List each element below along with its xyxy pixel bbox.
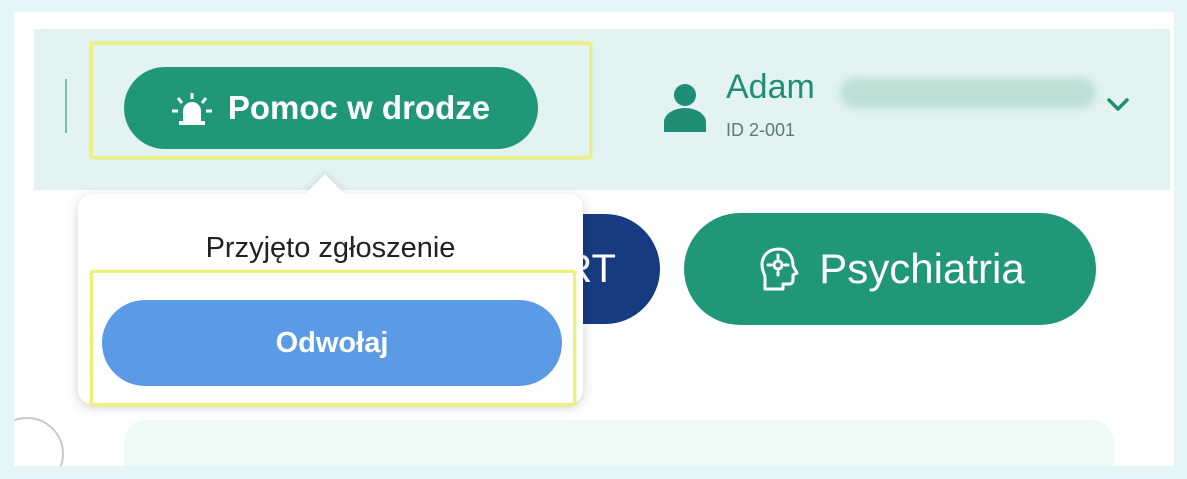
top-header: Pomoc w drodze Adam ID 2-001 (34, 29, 1170, 190)
avatar-circle-partial (14, 417, 64, 466)
tab-psychiatry[interactable]: Psychiatria (684, 213, 1096, 325)
highlight-help-button (90, 42, 592, 159)
user-profile-menu[interactable]: Adam ID 2-001 (664, 62, 1144, 152)
psychiatry-label: Psychiatria (819, 245, 1025, 292)
header-divider (65, 79, 67, 133)
app-frame: Pomoc w drodze Adam ID 2-001 RT Psychiat… (14, 12, 1174, 466)
user-first-name: Adam (726, 68, 815, 106)
highlight-cancel-button (90, 270, 576, 406)
content-panel (124, 420, 1114, 466)
person-icon (664, 84, 706, 132)
user-id: ID 2-001 (726, 120, 796, 140)
head-gear-icon (760, 247, 799, 291)
popup-message: Przyjęto zgłoszenie (205, 232, 456, 264)
chevron-down-icon[interactable] (1106, 96, 1130, 114)
user-last-name-redacted (840, 78, 1096, 108)
